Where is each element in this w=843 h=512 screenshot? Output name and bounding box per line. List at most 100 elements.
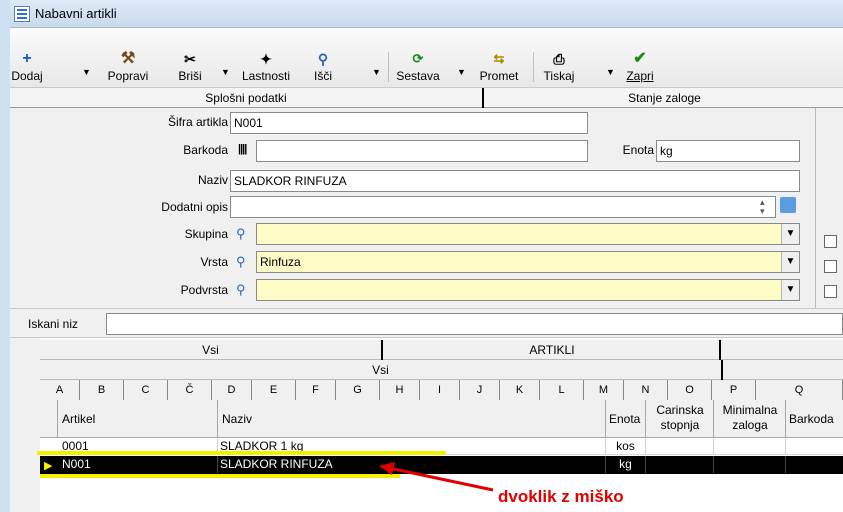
group-select-dropdown-icon[interactable]: ▼ bbox=[781, 224, 799, 244]
column-header-article-label: Artikel bbox=[62, 412, 96, 426]
search-string-input[interactable] bbox=[106, 313, 843, 335]
alphabet-filter-letter[interactable]: C bbox=[124, 380, 168, 400]
subtype-label: Podvrsta bbox=[180, 283, 228, 297]
column-header-unit[interactable]: Enota bbox=[606, 400, 646, 438]
edit-button[interactable]: ⚒ Popravi bbox=[103, 50, 153, 86]
grid-subgroup-band: Vsi bbox=[40, 360, 843, 380]
alphabet-filter-letter[interactable]: J bbox=[460, 380, 500, 400]
search-button[interactable]: ⚲ Išči bbox=[308, 50, 338, 86]
composition-icon: ⟳ bbox=[412, 51, 424, 66]
search-string-label: Iskani niz bbox=[28, 317, 79, 331]
alphabet-filter-letter[interactable]: F bbox=[296, 380, 336, 400]
grid-group-articles[interactable]: ARTIKLI bbox=[385, 340, 721, 360]
delete-dropdown-arrow[interactable]: ▼ bbox=[221, 68, 231, 77]
search-button-label: Išči bbox=[314, 69, 332, 83]
group-label: Skupina bbox=[184, 227, 228, 241]
row-pointer-icon: ▶ bbox=[44, 460, 53, 472]
add-dropdown-arrow[interactable]: ▼ bbox=[82, 68, 92, 77]
alphabet-filter-letter[interactable]: Č bbox=[168, 380, 212, 400]
highlight-stroke-bottom bbox=[40, 474, 400, 478]
subtype-search-icon[interactable]: ⚲ bbox=[236, 282, 252, 298]
annotation-arrow-head bbox=[379, 462, 395, 475]
tab-general-data[interactable]: Splošni podatki bbox=[10, 88, 484, 108]
column-header-name[interactable]: Naziv bbox=[218, 400, 606, 438]
composition-dropdown-arrow[interactable]: ▼ bbox=[457, 68, 467, 77]
article-form: Šifra artikla N001 Barkoda |||| Enota kg… bbox=[10, 108, 843, 308]
subtype-select[interactable]: ▼ bbox=[256, 279, 800, 301]
article-code-label: Šifra artikla bbox=[167, 115, 228, 129]
alphabet-filter-letter[interactable]: L bbox=[540, 380, 584, 400]
annotation-arrow-line bbox=[388, 466, 494, 492]
search-icon: ⚲ bbox=[317, 51, 329, 67]
column-header-barcode[interactable]: Barkoda bbox=[786, 400, 843, 438]
turnover-button[interactable]: ⇆ Promet bbox=[473, 50, 525, 86]
properties-button[interactable]: ✦ Lastnosti bbox=[236, 50, 296, 86]
alphabet-filter-letter[interactable]: B bbox=[80, 380, 124, 400]
alphabet-filter-letter[interactable]: M bbox=[584, 380, 624, 400]
alphabet-filter-letter[interactable]: A bbox=[40, 380, 80, 400]
search-dropdown-arrow[interactable]: ▼ bbox=[372, 68, 382, 77]
type-select[interactable]: Rinfuza ▼ bbox=[256, 251, 800, 273]
alphabet-filter-letter[interactable]: N bbox=[624, 380, 668, 400]
turnover-button-label: Promet bbox=[479, 69, 519, 83]
option-checkbox[interactable] bbox=[824, 285, 837, 298]
toolbar: + Dodaj ▼ ⚒ Popravi ✂ Briši ▼ ✦ Lastnost… bbox=[10, 28, 843, 88]
note-edit-icon[interactable] bbox=[780, 197, 796, 213]
type-search-icon[interactable]: ⚲ bbox=[236, 254, 252, 270]
column-header-name-label: Naziv bbox=[222, 412, 253, 426]
column-header-customs-rate-label: Carinska stopnja bbox=[656, 403, 704, 432]
unit-input[interactable]: kg bbox=[656, 140, 800, 162]
alphabet-filter-letter[interactable]: G bbox=[336, 380, 380, 400]
turnover-icon: ⇆ bbox=[493, 51, 505, 66]
scissors-icon: ✂ bbox=[184, 51, 196, 67]
composition-button[interactable]: ⟳ Sestava bbox=[393, 50, 443, 86]
add-button[interactable]: + Dodaj bbox=[10, 50, 44, 86]
printer-icon: ⎙ bbox=[553, 51, 565, 67]
alphabet-filter-letter[interactable]: D bbox=[212, 380, 252, 400]
option-checkbox[interactable] bbox=[824, 235, 837, 248]
cell-unit: kg bbox=[606, 456, 646, 473]
grid-subgroup-all[interactable]: Vsi bbox=[40, 360, 723, 380]
edit-button-label: Popravi bbox=[107, 69, 149, 83]
tab-strip: Splošni podatki Stanje zaloge bbox=[10, 88, 843, 108]
column-header-min-stock-label: Minimalna zaloga bbox=[722, 403, 778, 432]
column-header-customs-rate[interactable]: Carinska stopnja bbox=[646, 400, 714, 438]
close-button[interactable]: ✔ Zapri bbox=[622, 50, 658, 86]
title-bar: Nabavni artikli bbox=[10, 0, 843, 28]
alphabet-filter-letter[interactable]: Q bbox=[756, 380, 843, 400]
name-input[interactable]: SLADKOR RINFUZA bbox=[230, 170, 800, 192]
subtype-select-dropdown-icon[interactable]: ▼ bbox=[781, 280, 799, 300]
barcode-input[interactable] bbox=[256, 140, 588, 162]
grid-indicator-header bbox=[40, 400, 58, 438]
option-checkbox[interactable] bbox=[824, 260, 837, 273]
group-select[interactable]: ▼ bbox=[256, 223, 800, 245]
group-search-icon[interactable]: ⚲ bbox=[236, 226, 252, 242]
column-header-article[interactable]: Artikel bbox=[58, 400, 218, 438]
additional-description-input[interactable] bbox=[230, 196, 776, 218]
cell-min-stock bbox=[714, 456, 786, 473]
alphabet-filter-letter[interactable]: K bbox=[500, 380, 540, 400]
alphabet-filter-letter[interactable]: I bbox=[420, 380, 460, 400]
window-app-icon bbox=[14, 6, 30, 22]
double-click-annotation: dvoklik z miško bbox=[498, 487, 624, 506]
annotation-arrow bbox=[379, 462, 494, 492]
alphabet-filter-letter[interactable]: H bbox=[380, 380, 420, 400]
alphabet-filter-letter[interactable]: E bbox=[252, 380, 296, 400]
delete-button[interactable]: ✂ Briši bbox=[173, 50, 207, 86]
print-button[interactable]: ⎙ Tiskaj bbox=[539, 50, 579, 86]
right-side-panel bbox=[815, 108, 843, 308]
spinner-arrows-icon[interactable]: ▴ ▾ bbox=[760, 198, 765, 216]
alphabet-filter-letter[interactable]: O bbox=[668, 380, 712, 400]
tab-stock-status[interactable]: Stanje zaloge bbox=[486, 88, 843, 108]
checkmark-icon: ✔ bbox=[633, 50, 647, 67]
type-select-dropdown-icon[interactable]: ▼ bbox=[781, 252, 799, 272]
name-label: Naziv bbox=[197, 173, 228, 187]
grid-group-all[interactable]: Vsi bbox=[40, 340, 383, 360]
type-label: Vrsta bbox=[200, 255, 228, 269]
add-button-label: Dodaj bbox=[11, 69, 43, 83]
column-header-min-stock[interactable]: Minimalna zaloga bbox=[714, 400, 786, 438]
print-dropdown-arrow[interactable]: ▼ bbox=[606, 68, 616, 77]
alphabet-filter-letter[interactable]: P bbox=[712, 380, 756, 400]
close-button-label: Zapri bbox=[626, 69, 654, 83]
article-code-input[interactable]: N001 bbox=[230, 112, 588, 134]
